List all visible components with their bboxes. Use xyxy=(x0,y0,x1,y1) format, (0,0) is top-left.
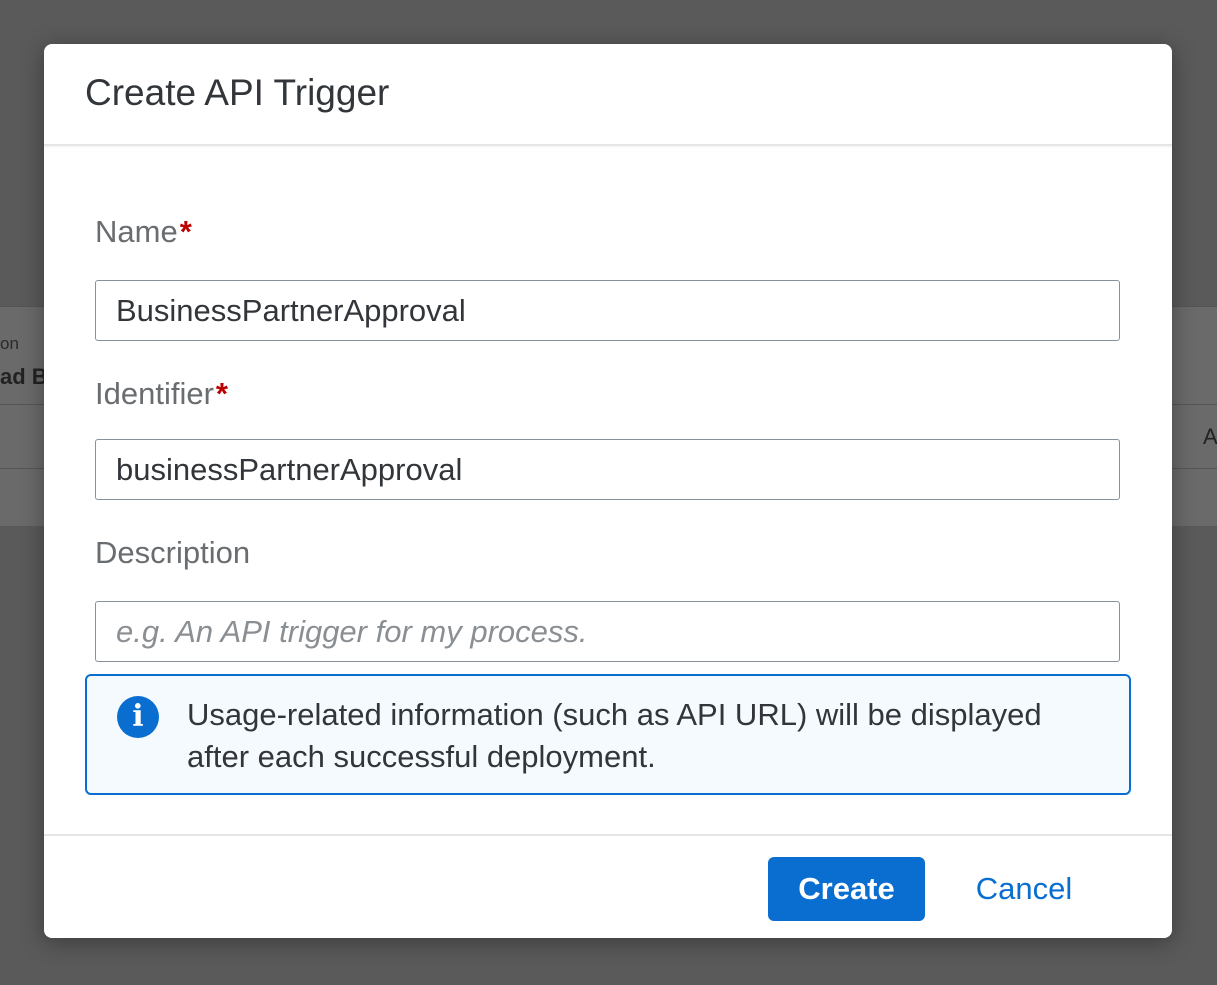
cancel-button[interactable]: Cancel xyxy=(944,857,1104,921)
dialog-footer: Create Cancel xyxy=(44,834,1172,938)
description-label-text: Description xyxy=(95,535,251,570)
description-input[interactable] xyxy=(95,601,1120,662)
name-label-text: Name xyxy=(95,214,178,249)
info-icon: i xyxy=(117,696,159,738)
dialog-header: Create API Trigger xyxy=(44,44,1172,146)
required-marker: * xyxy=(215,376,228,411)
create-api-trigger-dialog: Create API Trigger Name* Identifier* Des… xyxy=(44,44,1172,938)
create-button[interactable]: Create xyxy=(768,857,925,921)
identifier-label: Identifier* xyxy=(95,376,228,412)
identifier-input[interactable] xyxy=(95,439,1120,500)
name-input[interactable] xyxy=(95,280,1120,341)
background-partial-value: ad B xyxy=(0,364,48,389)
name-label: Name* xyxy=(95,214,192,250)
description-label: Description xyxy=(95,535,250,571)
info-message-strip: i Usage-related information (such as API… xyxy=(85,674,1131,795)
required-marker: * xyxy=(179,214,192,249)
background-partial-column: A xyxy=(1203,424,1217,449)
background-partial-label: on xyxy=(0,334,19,353)
info-message-text: Usage-related information (such as API U… xyxy=(187,697,1042,774)
identifier-label-text: Identifier xyxy=(95,376,214,411)
dialog-title: Create API Trigger xyxy=(85,72,390,113)
